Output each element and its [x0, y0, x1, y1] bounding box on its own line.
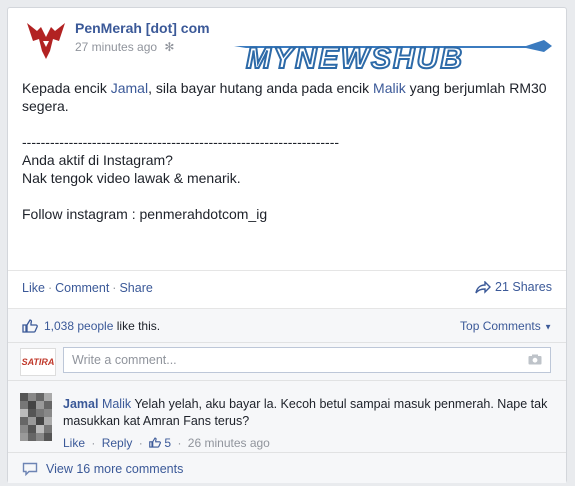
- post-body-line: Kepada encik Jamal, sila bayar hutang an…: [22, 80, 547, 114]
- comment-reply-button[interactable]: Reply: [102, 436, 133, 450]
- shares-count: 21 Shares: [495, 280, 552, 294]
- thumbs-up-icon: [22, 319, 38, 333]
- action-bar: Like · Comment · Share 21 Shares: [8, 270, 566, 307]
- watermark-text: MYNEWSHUB: [246, 42, 464, 75]
- comment-time[interactable]: 26 minutes ago: [188, 436, 270, 450]
- chevron-down-icon: ▼: [544, 322, 552, 332]
- comment-like-button[interactable]: Like: [63, 436, 85, 450]
- comment-bubble-icon: [22, 462, 38, 476]
- share-button[interactable]: Share: [119, 281, 152, 295]
- watermark-logo: MYNEWSHUB: [234, 40, 552, 76]
- share-arrow-icon: [475, 280, 492, 294]
- post-meta: 27 minutes ago ✻: [75, 40, 174, 54]
- user-avatar: SATIRA: [20, 348, 56, 376]
- post-timestamp[interactable]: 27 minutes ago: [75, 40, 157, 54]
- comment-likes-count: 5: [164, 436, 172, 450]
- comment-likes-link[interactable]: 5: [149, 436, 171, 450]
- commenter-avatar[interactable]: [20, 393, 52, 441]
- likes-suffix: like this.: [116, 319, 161, 333]
- shares-link[interactable]: 21 Shares: [475, 280, 552, 294]
- comment-input[interactable]: Write a comment...: [63, 347, 551, 373]
- comment-item: Jamal Malik Yelah yelah, aku bayar la. K…: [8, 380, 566, 453]
- post-instagram-question: Anda aktif di Instagram?: [22, 152, 173, 168]
- mention-malik[interactable]: Malik: [373, 80, 406, 96]
- post-body: Kepada encik Jamal, sila bayar hutang an…: [22, 79, 552, 223]
- view-more-comments-row: View 16 more comments: [8, 452, 566, 483]
- comment-placeholder: Write a comment...: [72, 353, 177, 367]
- post-video-line: Nak tengok video lawak & menarik.: [22, 170, 241, 186]
- small-thumbs-up-icon: [149, 437, 162, 448]
- like-button[interactable]: Like: [22, 281, 45, 295]
- commenter-name-jamal[interactable]: Jamal: [63, 397, 98, 411]
- comment-text-block: Jamal Malik Yelah yelah, aku bayar la. K…: [63, 396, 553, 430]
- comment-text: Yelah yelah, aku bayar la. Kecoh betul s…: [63, 397, 548, 428]
- post-card: PenMerah [dot] com 27 minutes ago ✻ MYNE…: [7, 7, 567, 483]
- comment-button[interactable]: Comment: [55, 281, 109, 295]
- likes-row: 1,038 people like this. Top Comments ▼: [8, 308, 566, 343]
- post-divider: ----------------------------------------…: [22, 134, 340, 150]
- view-more-label: View 16 more comments: [46, 462, 184, 476]
- mention-jamal[interactable]: Jamal: [111, 80, 148, 96]
- likers-link[interactable]: 1,038 people: [44, 319, 113, 333]
- top-comments-dropdown[interactable]: Top Comments ▼: [460, 319, 552, 333]
- comment-composer: SATIRA Write a comment...: [8, 342, 566, 381]
- audience-gear-icon[interactable]: ✻: [164, 40, 174, 54]
- comment-footer: Like · Reply · 5 · 26 minutes ago: [63, 436, 270, 450]
- mention-malik-comment[interactable]: Malik: [102, 397, 131, 411]
- page-name-link[interactable]: PenMerah [dot] com: [75, 20, 210, 36]
- camera-icon[interactable]: [528, 354, 542, 365]
- post-follow-line: Follow instagram : penmerahdotcom_ig: [22, 206, 268, 222]
- view-more-comments-link[interactable]: View 16 more comments: [22, 462, 183, 476]
- page-logo[interactable]: [23, 17, 69, 63]
- top-comments-label: Top Comments: [460, 319, 541, 333]
